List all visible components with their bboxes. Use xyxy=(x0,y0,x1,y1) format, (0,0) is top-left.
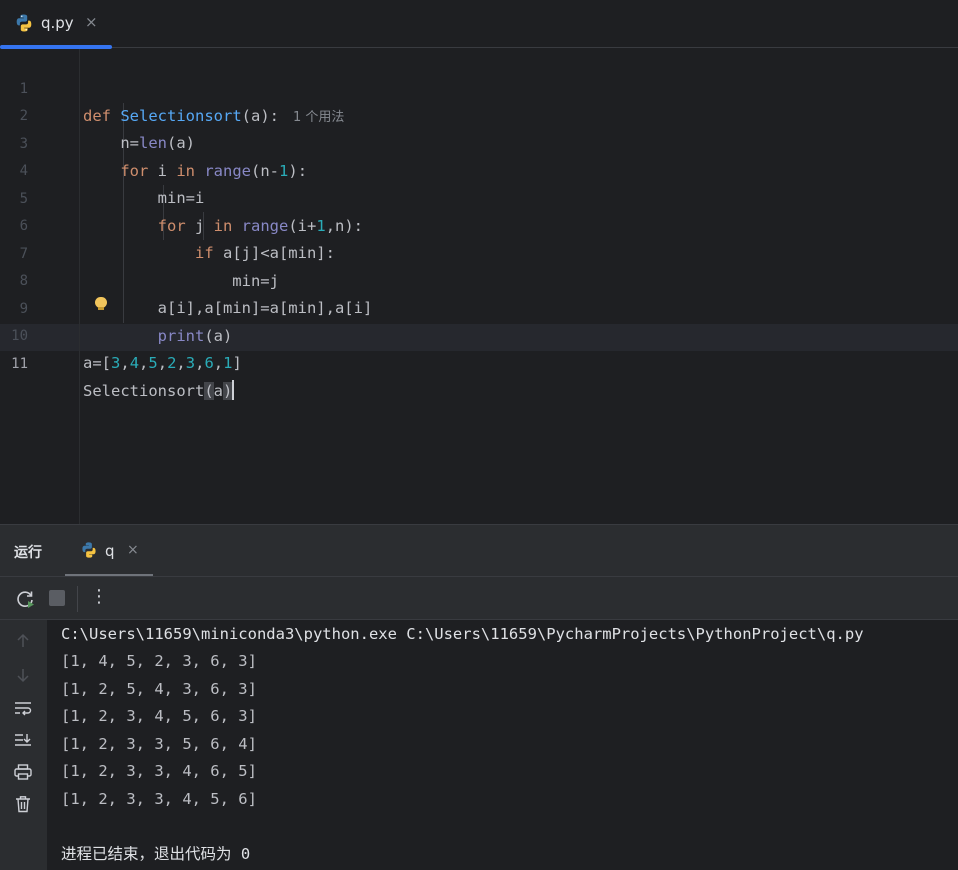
code-line-11[interactable]: 11 Selectionsort(a) xyxy=(0,324,958,400)
console-command-line: C:\Users\11659\miniconda3\python.exe C:\… xyxy=(61,625,864,643)
rerun-icon[interactable] xyxy=(14,588,36,610)
console-output-line: [1, 2, 5, 4, 3, 6, 3] xyxy=(61,680,257,698)
code-text: Selectionsort(a) xyxy=(83,380,235,400)
console-output-line: [1, 2, 3, 3, 5, 6, 4] xyxy=(61,735,257,753)
soft-wrap-icon[interactable] xyxy=(12,697,34,719)
console-output-line: [1, 2, 3, 3, 4, 6, 5] xyxy=(61,762,257,780)
code-line-4[interactable]: 4 min=i xyxy=(0,131,958,207)
trash-icon[interactable] xyxy=(12,793,34,815)
code-line-5[interactable]: 5 for j in range(i+1,n): xyxy=(0,159,958,235)
code-line-6[interactable]: 6 if a[j]<a[min]: xyxy=(0,186,958,262)
print-icon[interactable] xyxy=(12,761,34,783)
arrow-up-icon[interactable] xyxy=(12,630,34,652)
editor-tab-bar: q.py × xyxy=(0,0,958,49)
python-file-icon xyxy=(16,14,32,32)
code-line-2[interactable]: 2 n=len(a) xyxy=(0,76,958,152)
editor-tab-q-py[interactable]: q.py × xyxy=(0,0,112,49)
line-number: 11 xyxy=(11,356,28,372)
toolbar-divider xyxy=(77,586,78,612)
close-icon[interactable]: × xyxy=(127,542,139,558)
code-text: a=[3,4,5,2,3,6,1] xyxy=(83,354,242,372)
console-output-line: [1, 4, 5, 2, 3, 6, 3] xyxy=(61,652,257,670)
text-caret xyxy=(232,380,235,400)
run-tab-label: q xyxy=(105,542,115,560)
run-tab-q[interactable]: q × xyxy=(65,525,153,577)
console-output-line: [1, 2, 3, 4, 5, 6, 3] xyxy=(61,707,257,725)
close-icon[interactable]: × xyxy=(85,13,98,31)
python-run-icon xyxy=(82,542,96,558)
process-exit-message: 进程已结束，退出代码为 0 xyxy=(61,845,251,863)
more-options-icon[interactable]: ⋮ xyxy=(90,585,108,609)
arrow-down-icon[interactable] xyxy=(12,664,34,686)
console-output-line: [1, 2, 3, 3, 4, 5, 6] xyxy=(61,790,257,808)
code-line-7[interactable]: 7 min=j xyxy=(0,214,958,290)
run-tool-window-header: 运行 q × xyxy=(0,524,958,577)
code-line-9[interactable]: 9 print(a) xyxy=(0,269,958,345)
code-line-1[interactable]: 1 def Selectionsort(a): 1 个用法 xyxy=(0,49,958,125)
stop-icon[interactable] xyxy=(49,590,65,606)
run-console[interactable]: C:\Users\11659\miniconda3\python.exe C:\… xyxy=(47,620,958,870)
run-window-title: 运行 xyxy=(14,545,42,561)
code-line-8[interactable]: 8 a[i],a[min]=a[min],a[i] xyxy=(0,241,958,317)
editor-tab-label: q.py xyxy=(41,14,74,32)
run-toolbar: ⋮ xyxy=(0,576,958,620)
code-line-3[interactable]: 3 for i in range(n-1): xyxy=(0,104,958,180)
code-editor[interactable]: 1 def Selectionsort(a): 1 个用法 2 n=len(a) … xyxy=(0,49,958,524)
code-line-10[interactable]: 10 a=[3,4,5,2,3,6,1] xyxy=(0,296,958,372)
scroll-to-end-icon[interactable] xyxy=(12,729,34,751)
console-side-toolbar xyxy=(0,620,47,870)
lightbulb-icon[interactable] xyxy=(95,297,107,311)
